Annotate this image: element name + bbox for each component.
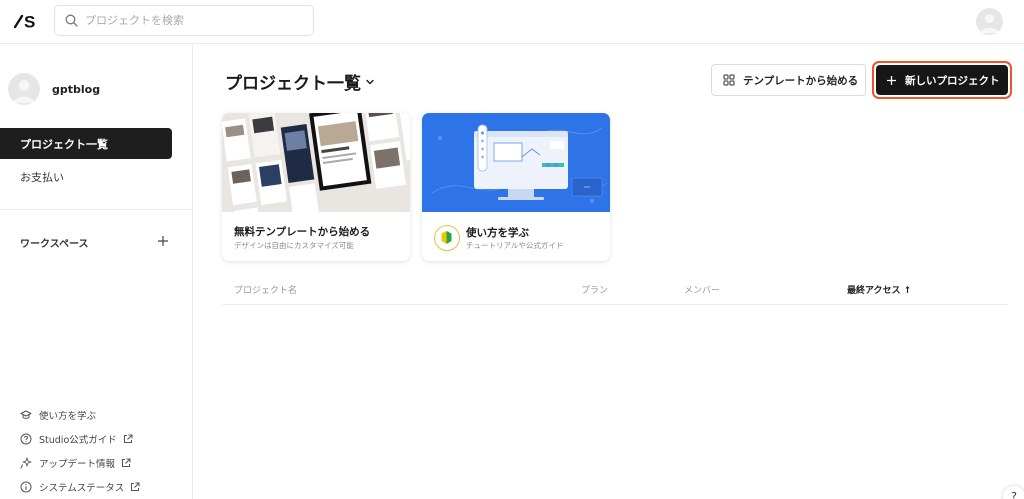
card-subtitle: デザインは自由にカスタマイズ可能: [234, 241, 354, 250]
footer-link-status[interactable]: システムステータス: [20, 480, 140, 494]
sidebar-item-projects[interactable]: プロジェクト一覧: [0, 128, 172, 159]
project-table-header: プロジェクト名 プラン メンバー 最終アクセス ↑: [222, 276, 1008, 305]
column-header-project-name[interactable]: プロジェクト名: [234, 283, 297, 296]
new-project-button[interactable]: 新しいプロジェクト: [876, 65, 1008, 95]
plus-icon: [887, 75, 896, 85]
sidebar-item-label: プロジェクト一覧: [20, 137, 108, 151]
sidebar-divider: [0, 209, 192, 210]
external-link-icon: [131, 482, 140, 491]
card-title: 無料テンプレートから始める: [234, 226, 371, 238]
sidebar-item-payments[interactable]: お支払い: [20, 169, 64, 185]
template-collage-image: [222, 113, 410, 212]
card-subtitle: チュートリアルや公式ガイド: [466, 241, 564, 250]
project-list-title-dropdown[interactable]: プロジェクト一覧: [225, 69, 375, 94]
free-template-card[interactable]: 無料テンプレートから始める デザインは自由にカスタマイズ可能: [222, 113, 410, 261]
external-link-icon: [123, 434, 133, 443]
user-silhouette-icon: [980, 14, 999, 33]
search-icon: [65, 14, 78, 27]
info-circle-icon: [20, 481, 32, 493]
graduation-cap-icon: [20, 410, 32, 419]
footer-link-label: Studio公式ガイド: [39, 435, 117, 446]
column-header-last-access-sorted[interactable]: 最終アクセス ↑: [847, 283, 911, 296]
footer-link-learn[interactable]: 使い方を学ぶ: [20, 408, 96, 422]
account-avatar[interactable]: [976, 8, 1003, 35]
learn-how-to-use-card[interactable]: 使い方を学ぶ チュートリアルや公式ガイド: [422, 113, 610, 261]
card-title: 使い方を学ぶ: [466, 227, 529, 239]
footer-link-label: アップデート情報: [39, 459, 116, 470]
start-from-template-button[interactable]: テンプレートから始める: [711, 64, 866, 96]
help-button[interactable]: ?: [1003, 486, 1024, 499]
add-workspace-plus-icon[interactable]: [155, 233, 171, 249]
button-label: テンプレートから始める: [743, 74, 859, 87]
studio-logo-icon[interactable]: S: [14, 11, 40, 31]
search-box[interactable]: [54, 5, 314, 36]
user-profile[interactable]: gptblog: [8, 73, 100, 105]
sparkle-icon: [20, 457, 32, 469]
svg-text:S: S: [24, 13, 35, 32]
column-header-plan[interactable]: プラン: [581, 283, 608, 296]
chevron-down-icon: [366, 79, 374, 84]
external-link-icon: [122, 458, 131, 467]
page-title: プロジェクト一覧: [225, 74, 361, 94]
username: gptblog: [52, 82, 101, 96]
beginner-leaf-icon: [434, 225, 460, 251]
footer-link-updates[interactable]: アップデート情報: [20, 456, 131, 470]
footer-link-label: 使い方を学ぶ: [39, 411, 97, 422]
footer-link-label: システムステータス: [39, 483, 125, 494]
user-avatar: [8, 73, 40, 105]
workspace-label: ワークスペース: [20, 239, 89, 250]
search-input[interactable]: [85, 14, 285, 27]
learn-illustration-image: [422, 113, 610, 212]
sidebar: gptblog プロジェクト一覧 お支払い ワークスペース 使い方を学ぶ Stu…: [0, 44, 193, 499]
column-header-members[interactable]: メンバー: [684, 283, 720, 296]
user-silhouette-icon: [13, 80, 35, 103]
question-circle-icon: [20, 433, 32, 445]
footer-link-guide[interactable]: Studio公式ガイド: [20, 432, 133, 446]
top-bar: S: [0, 0, 1024, 44]
grid-icon: [723, 74, 735, 86]
button-label: 新しいプロジェクト: [905, 74, 1000, 87]
